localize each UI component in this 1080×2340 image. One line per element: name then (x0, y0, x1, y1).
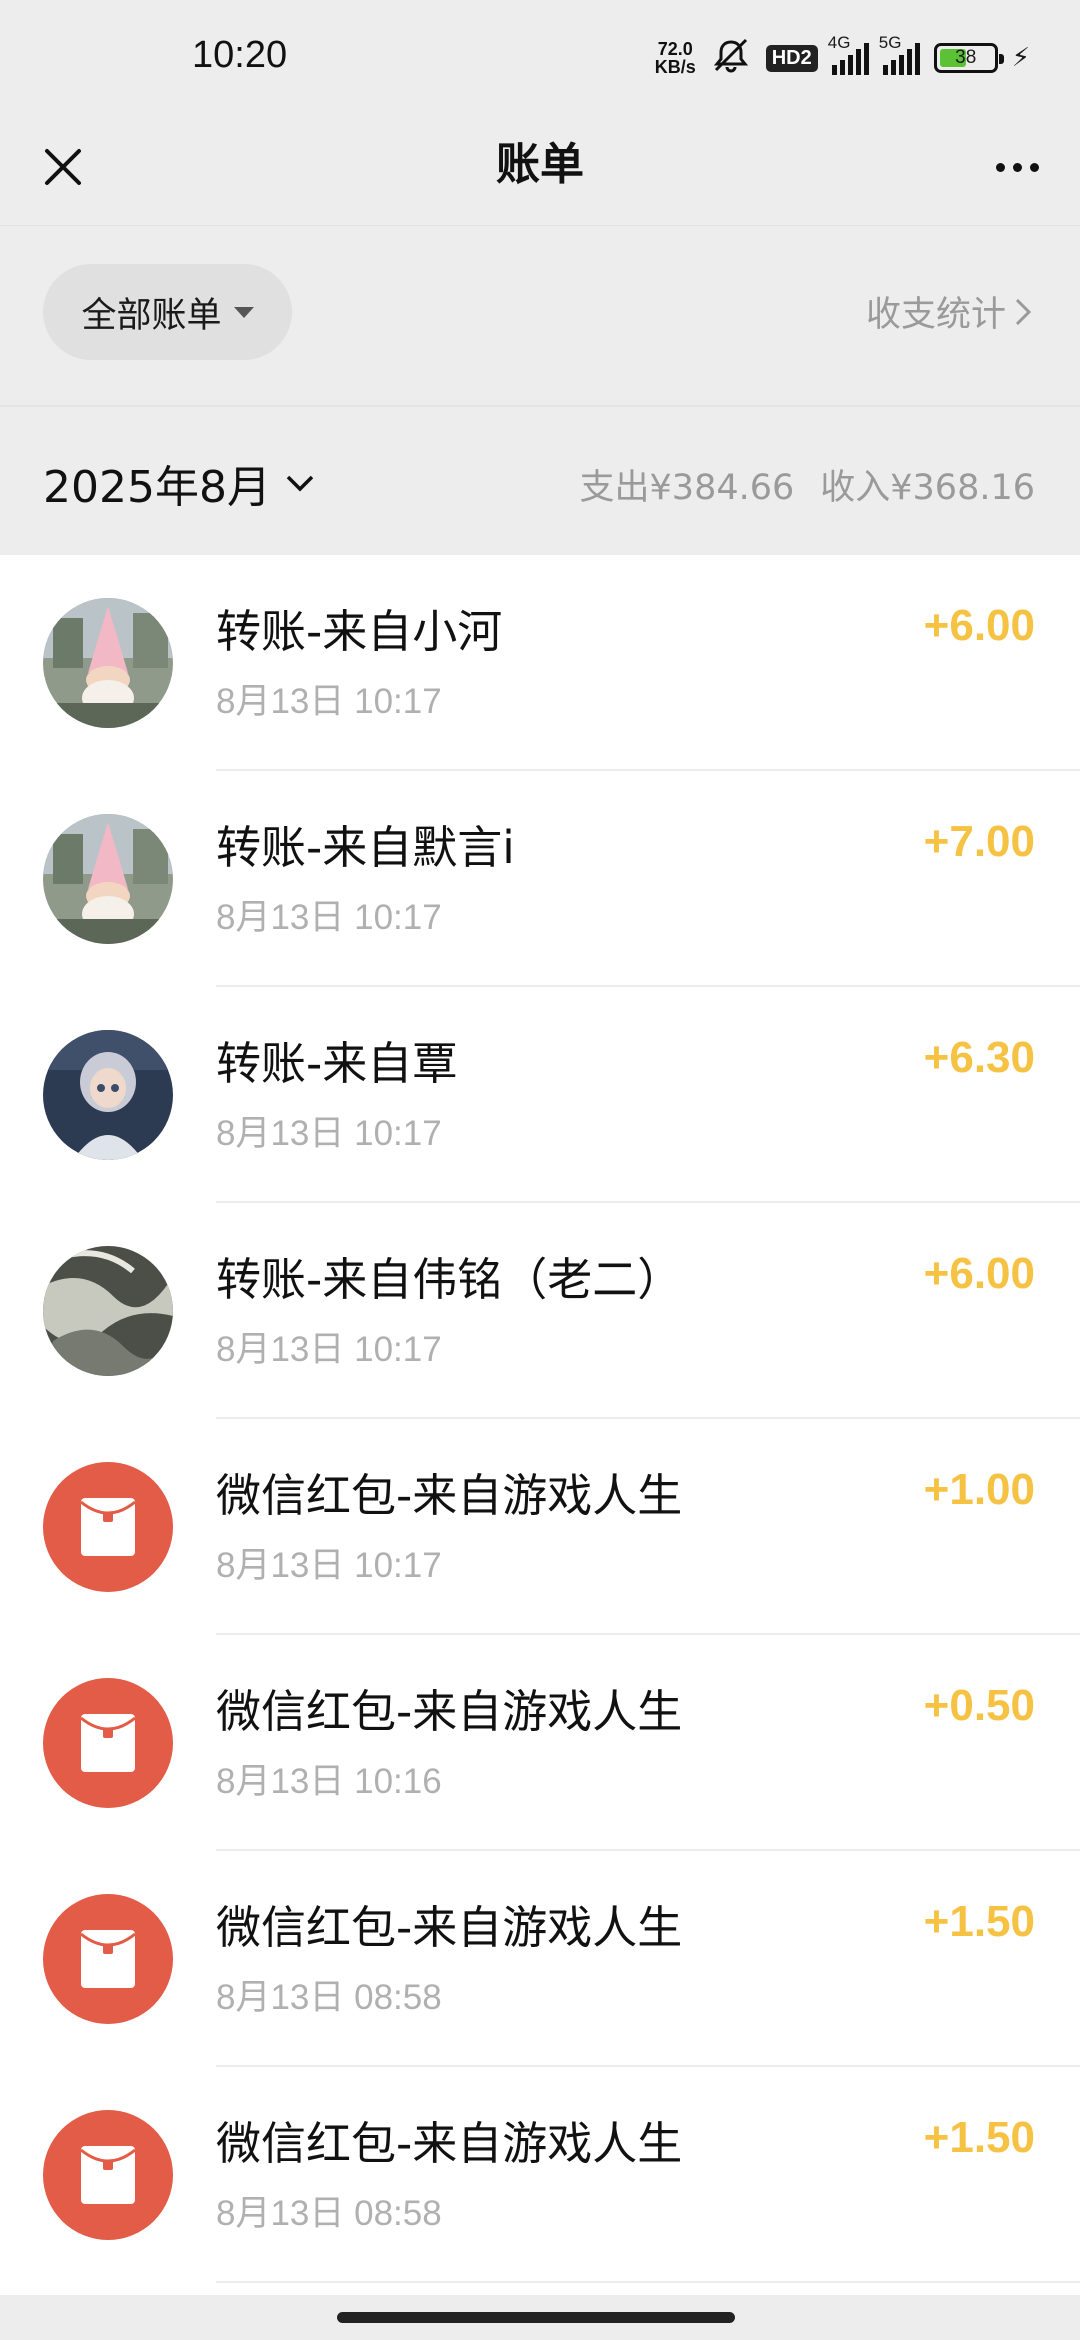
charging-icon: ⚡ (1011, 43, 1030, 73)
red-packet-icon (43, 1462, 173, 1592)
transaction-amount: +6.00 (923, 1249, 1035, 1298)
transaction-amount: +1.00 (923, 1465, 1035, 1514)
network-speed-unit: KB/s (654, 57, 696, 77)
home-indicator[interactable] (337, 2312, 735, 2323)
red-packet-icon (43, 2110, 173, 2240)
mute-icon (710, 38, 752, 78)
month-expense: 支出¥384.66 (579, 468, 795, 508)
transaction-row[interactable]: 转账-来自伟铭（老二） 8月13日 10:17 +6.00 (0, 1203, 1080, 1419)
transaction-time: 8月13日 10:17 (216, 898, 442, 937)
transaction-amount: +6.30 (923, 1033, 1035, 1082)
month-selector[interactable]: 2025年8月 (43, 451, 315, 515)
red-packet-icon (43, 1894, 173, 2024)
transaction-title: 微信红包-来自游戏人生 (216, 2117, 683, 2170)
nav-bar: 账单 (0, 110, 1080, 225)
transaction-time: 8月13日 10:17 (216, 1114, 442, 1153)
transaction-title: 转账-来自伟铭（老二） (216, 1253, 683, 1306)
transaction-row[interactable]: 微信红包-来自游戏人生 8月13日 10:16 +0.50 (0, 1635, 1080, 1851)
transaction-time: 8月13日 10:16 (216, 1762, 442, 1801)
hd-badge: HD2 (765, 44, 818, 72)
home-bar (0, 2295, 1080, 2340)
divider (216, 2281, 1080, 2283)
status-icons: 72.0 KB/s HD2 4G 5G 38 ⚡ (655, 33, 1030, 78)
transaction-row[interactable]: 微信红包-来自游戏人生 8月13日 08:58 +1.50 (0, 2067, 1080, 2283)
transaction-amount: +1.50 (923, 1897, 1035, 1946)
caret-down-icon (233, 306, 254, 318)
transaction-amount: +1.50 (923, 2113, 1035, 2162)
transaction-time: 8月13日 10:17 (216, 682, 442, 721)
signal-4g-icon: 4G (828, 33, 869, 75)
battery-icon: 38 (933, 43, 1004, 73)
avatar (43, 598, 173, 728)
transaction-time: 8月13日 10:17 (216, 1546, 442, 1585)
transaction-row[interactable]: 微信红包-来自游戏人生 8月13日 10:17 +1.00 (0, 1419, 1080, 1635)
battery-level: 38 (955, 47, 977, 68)
transaction-time: 8月13日 08:58 (216, 2194, 442, 2233)
chevron-down-icon (286, 475, 314, 492)
transaction-amount: +7.00 (923, 817, 1035, 866)
status-time: 10:20 (192, 34, 288, 76)
transaction-list: 转账-来自小河 8月13日 10:17 +6.00 转账-来自默言i 8月13日… (0, 555, 1080, 2295)
month-income: 收入¥368.16 (820, 468, 1035, 508)
transaction-title: 微信红包-来自游戏人生 (216, 1469, 683, 1522)
page-title: 账单 (496, 139, 584, 190)
transaction-title: 转账-来自默言i (216, 821, 515, 874)
transaction-title: 转账-来自覃 (216, 1037, 458, 1090)
network-speed: 72.0 KB/s (655, 40, 696, 76)
bill-filter-label: 全部账单 (81, 295, 222, 336)
transaction-row[interactable]: 微信红包-来自游戏人生 8月13日 08:58 +1.50 (0, 1851, 1080, 2067)
signal-5g-label: 5G (878, 33, 902, 52)
transaction-row[interactable]: 转账-来自默言i 8月13日 10:17 +7.00 (0, 771, 1080, 987)
more-button[interactable] (982, 132, 1052, 202)
avatar (43, 1246, 173, 1376)
bill-filter-dropdown[interactable]: 全部账单 (43, 264, 292, 360)
transaction-row[interactable]: 转账-来自覃 8月13日 10:17 +6.30 (0, 987, 1080, 1203)
transaction-amount: +6.00 (923, 601, 1035, 650)
status-bar: 10:20 72.0 KB/s HD2 4G 5G 38 ⚡ (0, 0, 1080, 110)
transaction-time: 8月13日 10:17 (216, 1330, 442, 1369)
transaction-title: 微信红包-来自游戏人生 (216, 1901, 683, 1954)
transaction-amount: +0.50 (923, 1681, 1035, 1730)
month-label: 2025年8月 (43, 462, 271, 513)
red-packet-icon (43, 1678, 173, 1808)
avatar (43, 1030, 173, 1160)
transaction-time: 8月13日 08:58 (216, 1978, 442, 2017)
more-icon (995, 162, 1005, 172)
stats-label: 收支统计 (865, 295, 1006, 335)
month-header: 2025年8月 支出¥384.66 收入¥368.16 (0, 405, 1080, 555)
chevron-right-icon (1015, 298, 1032, 325)
signal-4g-label: 4G (827, 33, 851, 52)
transaction-title: 微信红包-来自游戏人生 (216, 1685, 683, 1738)
month-summary: 支出¥384.66 收入¥368.16 (580, 459, 1035, 510)
network-speed-value: 72.0 (657, 39, 693, 59)
income-expense-stats-link[interactable]: 收支统计 (866, 286, 1032, 337)
transaction-title: 转账-来自小河 (216, 605, 503, 658)
signal-5g-icon: 5G (879, 33, 920, 75)
avatar (43, 814, 173, 944)
filter-bar: 全部账单 收支统计 (0, 225, 1080, 405)
transaction-row[interactable]: 转账-来自小河 8月13日 10:17 +6.00 (0, 555, 1080, 771)
